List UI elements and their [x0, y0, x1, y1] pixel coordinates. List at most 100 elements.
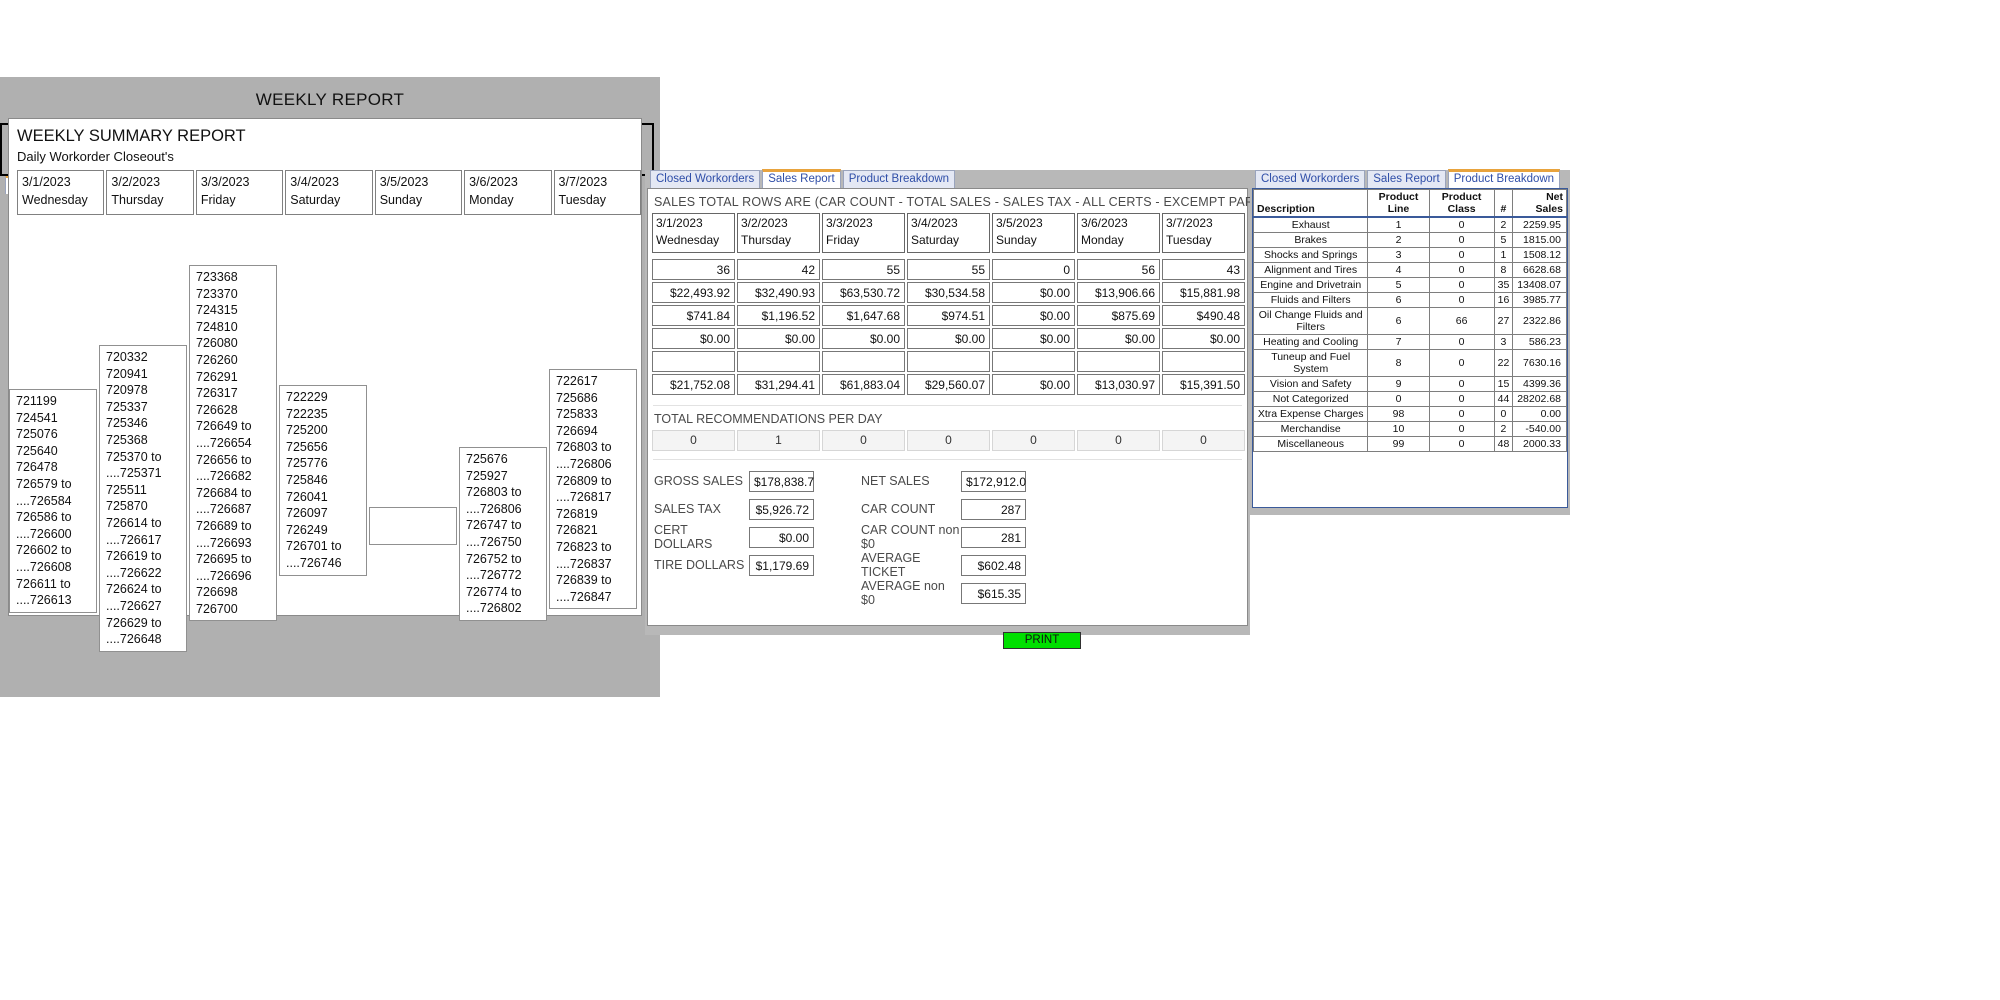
table-row[interactable]: Engine and Drivetrain 5 0 35 13408.07 [1253, 277, 1567, 293]
workorder-item: ....726608 [16, 559, 72, 574]
sales-cell-all_certs[interactable]: $0.00 [907, 328, 990, 349]
table-row[interactable]: Heating and Cooling 7 0 3 586.23 [1253, 334, 1567, 350]
sales-cell-sales_tax[interactable]: $1,647.68 [822, 305, 905, 326]
sales-cell-total_sales[interactable]: $0.00 [992, 282, 1075, 303]
sales-report-banner: SALES TOTAL ROWS ARE (CAR COUNT - TOTAL … [654, 195, 1356, 209]
workorder-item: 722235 [286, 406, 328, 421]
sales-cell-net_sales[interactable]: $21,752.08 [652, 374, 735, 395]
cell-description: Not Categorized [1253, 391, 1369, 407]
net-summary-value[interactable]: $172,912.0 [961, 470, 1026, 492]
table-row[interactable]: Not Categorized 0 0 44 28202.68 [1253, 391, 1567, 407]
workorder-item: 725686 [556, 390, 598, 405]
sales-cell-car_count[interactable]: 55 [907, 259, 990, 280]
sales-cell-total_sales[interactable]: $32,490.93 [737, 282, 820, 303]
sales-cell-sales_tax[interactable]: $1,196.52 [737, 305, 820, 326]
sales-cell-total_sales[interactable]: $13,906.66 [1077, 282, 1160, 303]
net-summary-value[interactable]: 287 [961, 498, 1026, 520]
closed-workorders-lists: 721199 724541 725076 725640 726478 726579 to.… [9, 217, 641, 652]
table-row[interactable]: Xtra Expense Charges 98 0 0 0.00 [1253, 406, 1567, 422]
table-row[interactable]: Oil Change Fluids and Filters 6 66 27 2322.8… [1253, 307, 1567, 335]
sales-cell-sales_tax[interactable]: $0.00 [992, 305, 1075, 326]
sales-cell-sales_tax[interactable]: $741.84 [652, 305, 735, 326]
workorder-item: ....726617 [106, 532, 162, 547]
table-row[interactable]: Alignment and Tires 4 0 8 6628.68 [1253, 262, 1567, 278]
table-row[interactable]: Miscellaneous 99 0 48 2000.33 [1253, 436, 1567, 452]
sales-cell-net_sales[interactable]: $15,391.50 [1162, 374, 1245, 395]
sales-cell-exempt_parts[interactable] [652, 351, 735, 372]
sales-cell-exempt_parts[interactable] [1162, 351, 1245, 372]
sales-cell-total_sales[interactable]: $22,493.92 [652, 282, 735, 303]
sales-cell-all_certs[interactable]: $0.00 [737, 328, 820, 349]
sales-cell-net_sales[interactable]: $31,294.41 [737, 374, 820, 395]
net-summary-label: AVERAGE non $0 [861, 579, 945, 607]
gross-summary-value[interactable]: $0.00 [749, 526, 814, 548]
table-row[interactable]: Shocks and Springs 3 0 1 1508.12 [1253, 247, 1567, 263]
sales-cell-all_certs[interactable]: $0.00 [822, 328, 905, 349]
net-summary-value[interactable]: 281 [961, 526, 1026, 548]
sales-cell-net_sales[interactable]: $61,883.04 [822, 374, 905, 395]
sales-cell-all_certs[interactable]: $0.00 [1162, 328, 1245, 349]
day-date: 3/4/2023 [911, 216, 958, 230]
sales-tab-closed-workorders[interactable]: Closed Workorders [650, 170, 761, 188]
sales-cell-sales_tax[interactable]: $875.69 [1077, 305, 1160, 326]
sales-cell-exempt_parts[interactable] [822, 351, 905, 372]
table-header-row: Description Product Line Product Class # Net… [1253, 189, 1567, 218]
cell-product-class: 0 [1428, 232, 1495, 248]
sales-cell-sales_tax[interactable]: $974.51 [907, 305, 990, 326]
sales-day-header-0: 3/1/2023 Wednesday [652, 213, 735, 253]
sales-cell-net_sales[interactable]: $29,560.07 [907, 374, 990, 395]
net-summary-value[interactable]: $615.35 [961, 582, 1026, 604]
sales-report-grid: 3/1/2023 Wednesday 36 $22,493.92 $741.84 $0.0… [648, 213, 1247, 397]
sales-cell-exempt_parts[interactable] [737, 351, 820, 372]
sales-cell-total_sales[interactable]: $63,530.72 [822, 282, 905, 303]
table-row[interactable]: Fluids and Filters 6 0 16 3985.77 [1253, 292, 1567, 308]
sales-cell-exempt_parts[interactable] [1077, 351, 1160, 372]
sales-cell-sales_tax[interactable]: $490.48 [1162, 305, 1245, 326]
workorder-item: 720941 [106, 366, 148, 381]
closed-workorders-day-headers: 3/1/2023 Wednesday 3/2/2023 Thursday 3/3/202… [9, 170, 641, 215]
day-name: Friday [200, 193, 236, 207]
workorder-item: 726819 [556, 506, 598, 521]
product-tab-product-breakdown[interactable]: Product Breakdown [1447, 169, 1561, 188]
cell-#: 0 [1493, 406, 1514, 422]
sales-cell-car_count[interactable]: 43 [1162, 259, 1245, 280]
sales-cell-car_count[interactable]: 36 [652, 259, 735, 280]
workorder-item: ....726627 [106, 598, 162, 613]
sales-tab-sales-report[interactable]: Sales Report [762, 169, 841, 188]
product-tab-sales-report[interactable]: Sales Report [1367, 170, 1446, 188]
sales-cell-all_certs[interactable]: $0.00 [992, 328, 1075, 349]
gross-summary-value[interactable]: $1,179.69 [749, 554, 814, 576]
sales-tab-product-breakdown[interactable]: Product Breakdown [842, 170, 956, 188]
table-row[interactable]: Exhaust 1 0 2 2259.95 [1253, 216, 1567, 233]
sales-cell-exempt_parts[interactable] [992, 351, 1075, 372]
table-row[interactable]: Tuneup and Fuel System 8 0 22 7630.16 [1253, 349, 1567, 377]
sales-cell-all_certs[interactable]: $0.00 [652, 328, 735, 349]
table-row[interactable]: Merchandise 10 0 2 -540.00 [1253, 421, 1567, 437]
gross-summary-value[interactable]: $5,926.72 [749, 498, 814, 520]
product-breakdown-panel: Description Product Line Product Class # Net… [1252, 188, 1568, 508]
sales-column-1: 3/2/2023 Thursday 42 $32,490.93 $1,196.52 $0.… [737, 213, 820, 397]
gross-summary-value[interactable]: $178,838.7 [749, 470, 814, 492]
sales-cell-car_count[interactable]: 56 [1077, 259, 1160, 280]
sales-cell-exempt_parts[interactable] [907, 351, 990, 372]
sales-day-header-5: 3/6/2023 Monday [1077, 213, 1160, 253]
product-tab-closed-workorders[interactable]: Closed Workorders [1255, 170, 1366, 188]
sales-cell-total_sales[interactable]: $15,881.98 [1162, 282, 1245, 303]
sales-cell-net_sales[interactable]: $0.00 [992, 374, 1075, 395]
sales-cell-car_count[interactable]: 55 [822, 259, 905, 280]
cell-description: Merchandise [1253, 421, 1369, 437]
workorder-item: 724541 [16, 410, 58, 425]
sales-cell-all_certs[interactable]: $0.00 [1077, 328, 1160, 349]
sales-cell-car_count[interactable]: 42 [737, 259, 820, 280]
sales-cell-net_sales[interactable]: $13,030.97 [1077, 374, 1160, 395]
sales-column-0: 3/1/2023 Wednesday 36 $22,493.92 $741.84 $0.0… [652, 213, 735, 397]
table-row[interactable]: Brakes 2 0 5 1815.00 [1253, 232, 1567, 248]
net-summary-value[interactable]: $602.48 [961, 554, 1026, 576]
sales-cell-total_sales[interactable]: $30,534.58 [907, 282, 990, 303]
table-row[interactable]: Vision and Safety 9 0 15 4399.36 [1253, 376, 1567, 392]
sales-cell-car_count[interactable]: 0 [992, 259, 1075, 280]
workorder-item: 726809 to [556, 473, 612, 488]
workorder-item: 724315 [196, 303, 238, 318]
day-name: Saturday [290, 193, 341, 207]
print-button[interactable]: PRINT [1003, 632, 1081, 649]
